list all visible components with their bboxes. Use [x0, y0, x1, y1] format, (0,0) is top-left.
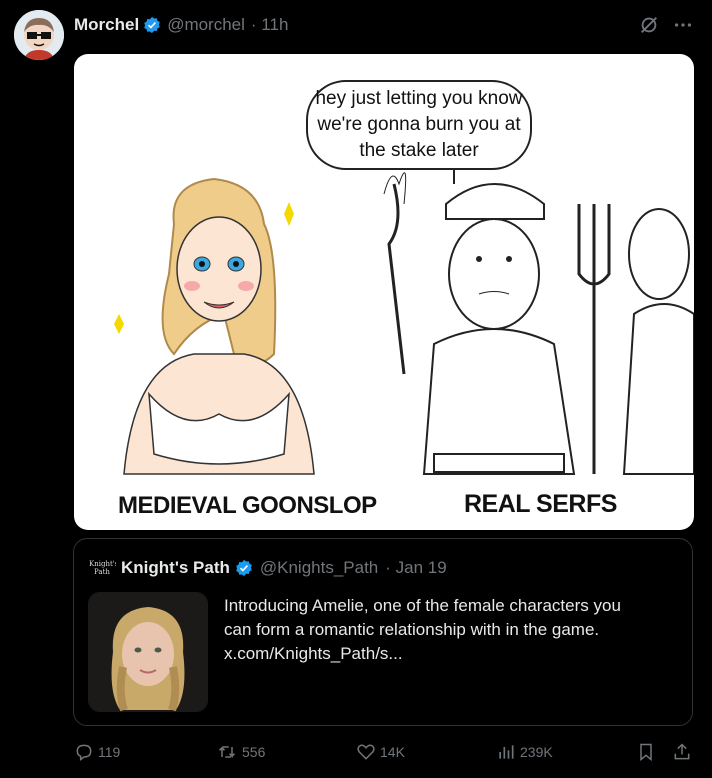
post-image[interactable]: hey just letting you know we're gonna bu…	[74, 54, 694, 530]
author-name[interactable]: Morchel	[74, 15, 139, 35]
quoted-post-date: · Jan 19	[385, 558, 447, 577]
avatar-illustration	[14, 10, 64, 60]
post-top-actions	[638, 14, 694, 36]
bookmark-button[interactable]	[636, 742, 656, 762]
quoted-post[interactable]: Knight's Path Knight's Path @Knights_Pat…	[73, 538, 693, 726]
repost-button[interactable]: 556	[216, 742, 265, 762]
author-handle[interactable]: @morchel	[167, 15, 245, 35]
knights-path-logo-icon[interactable]: Knight's Path	[88, 557, 116, 579]
quoted-author-name[interactable]: Knight's Path	[121, 558, 230, 578]
quoted-thumbnail[interactable]	[88, 592, 208, 712]
character-portrait	[88, 592, 208, 712]
svg-text:Knight's: Knight's	[89, 560, 116, 568]
verified-badge-icon	[236, 559, 252, 577]
speech-line: we're gonna burn you at	[317, 114, 521, 135]
svg-text:Path: Path	[94, 568, 110, 576]
like-button[interactable]: 14K	[356, 742, 405, 762]
quoted-text-line: Introducing Amelie, one of the female ch…	[224, 596, 621, 615]
bookmark-icon	[640, 743, 652, 762]
like-count: 14K	[380, 744, 405, 760]
speech-bubble: hey just letting you know we're gonna bu…	[306, 80, 532, 170]
right-caption: REAL SERFS	[464, 490, 617, 518]
heart-icon	[357, 744, 375, 760]
views-bar-chart-icon	[499, 745, 514, 759]
views-button[interactable]: 239K	[496, 742, 553, 762]
left-caption: MEDIEVAL GOONSLOP	[118, 492, 377, 519]
verified-badge-icon	[144, 16, 160, 34]
grok-icon[interactable]	[638, 14, 660, 36]
quoted-link[interactable]: x.com/Knights_Path/s...	[224, 642, 674, 666]
share-button[interactable]	[672, 742, 692, 762]
quoted-post-text: Introducing Amelie, one of the female ch…	[224, 594, 674, 666]
post-time[interactable]: · 11h	[251, 15, 289, 35]
more-options-icon[interactable]	[672, 14, 694, 36]
quoted-author-handle: @Knights_Path	[259, 558, 379, 577]
speech-line: the stake later	[359, 140, 479, 161]
author-avatar[interactable]	[14, 10, 64, 60]
post-action-bar: 119 556 14K 239K	[74, 742, 696, 766]
view-count: 239K	[520, 744, 553, 760]
quoted-header: Knight's Path Knight's Path @Knights_Pat…	[88, 557, 447, 579]
reply-icon	[76, 744, 92, 761]
quoted-text-line: can form a romantic relationship with in…	[224, 620, 600, 639]
share-icon	[674, 743, 690, 760]
repost-icon	[218, 746, 236, 758]
reply-button[interactable]: 119	[74, 742, 120, 762]
speech-line: hey just letting you know	[315, 88, 523, 109]
reply-count: 119	[98, 744, 121, 760]
post-header: Morchel @morchel · 11h	[74, 14, 288, 36]
repost-count: 556	[242, 744, 266, 760]
